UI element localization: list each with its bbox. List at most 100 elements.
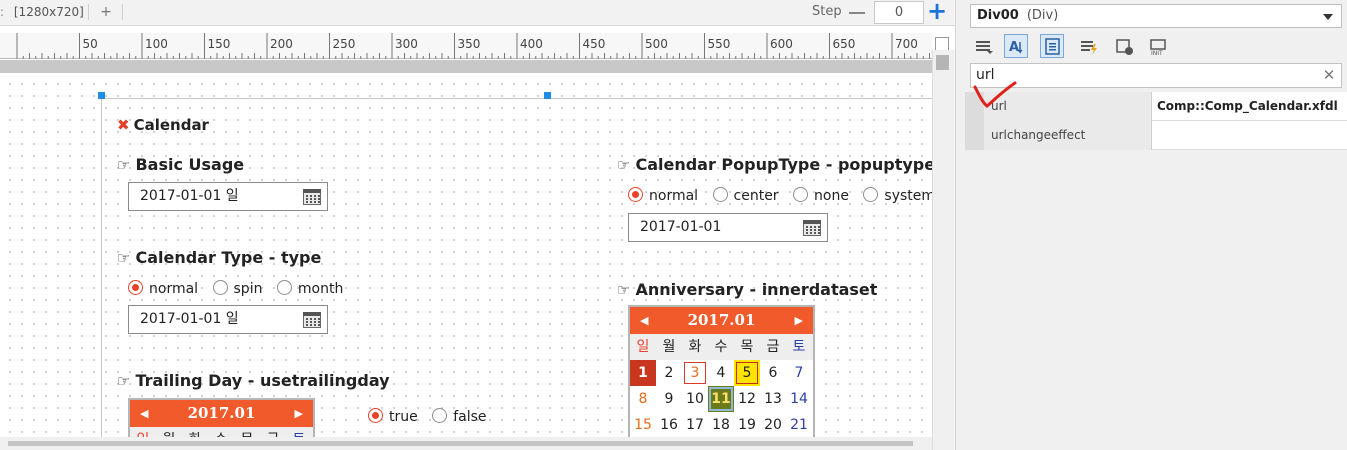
section-trailing-day-title: ☞ Trailing Day - usetrailingday [117, 371, 390, 390]
section-anniversary-title: ☞ Anniversary - innerdataset [617, 280, 877, 299]
day-cell[interactable]: 16 [656, 412, 682, 438]
property-row-url[interactable]: url Comp::Comp_Calendar.xfdl [965, 92, 1347, 121]
day-cell[interactable]: 10 [682, 386, 708, 412]
ruler-label: 650 [832, 37, 856, 51]
day-cell[interactable]: 21 [786, 412, 812, 438]
pointing-hand-icon: ☞ [117, 249, 131, 267]
category-list-icon [976, 41, 993, 54]
ruler-label: 50 [82, 37, 98, 51]
radio-none[interactable]: none [793, 187, 849, 204]
panel-splitter[interactable] [955, 0, 965, 450]
calendar-dropdown-icon[interactable] [303, 312, 321, 328]
day-cell[interactable]: 19 [734, 412, 760, 438]
vertical-scrollbar[interactable] [932, 50, 955, 450]
next-month-icon[interactable]: ▶ [295, 400, 303, 427]
step-plus-button[interactable]: + [927, 0, 947, 24]
radio-dot [432, 408, 448, 423]
init-value-button[interactable]: INIT [1145, 34, 1169, 58]
anniversary-calendar[interactable]: ◀ 2017.01 ▶ 일 월 화 수 목 금 토 1 2 3 4 5 6 7 … [628, 305, 815, 445]
day-cell[interactable]: 3 [682, 360, 708, 386]
day-cell[interactable]: 20 [760, 412, 786, 438]
radio-true[interactable]: true [368, 404, 418, 430]
type-calendar-input[interactable]: 2017-01-01 일 [128, 305, 328, 334]
close-x-icon: ✖ [117, 116, 130, 134]
day-cell[interactable]: 2 [656, 360, 682, 386]
day-cell[interactable]: 18 [708, 412, 734, 438]
radio-label: center [733, 188, 779, 204]
style-button[interactable] [1112, 34, 1136, 58]
next-month-icon[interactable]: ▶ [795, 307, 803, 334]
radio-system[interactable]: system [863, 187, 935, 204]
radio-normal[interactable]: normal [628, 187, 698, 204]
ruler-label: 450 [582, 37, 606, 51]
object-type: (Div) [1026, 8, 1059, 23]
calendar-value: 2017-01-01 일 [140, 188, 239, 204]
basic-calendar-input[interactable]: 2017-01-01 일 [128, 182, 328, 211]
add-screen-button[interactable]: + [97, 2, 115, 22]
day-cell[interactable]: 4 [708, 360, 734, 386]
prev-month-icon[interactable]: ◀ [140, 400, 148, 427]
events-icon [1081, 41, 1097, 55]
radio-spin[interactable]: spin [212, 280, 262, 297]
selection-handle[interactable] [98, 92, 105, 99]
radio-normal[interactable]: normal [128, 280, 198, 297]
radio-center[interactable]: center [712, 187, 779, 204]
weekday: 토 [792, 339, 806, 355]
radio-dot [793, 187, 809, 202]
property-value[interactable] [1157, 121, 1347, 150]
day-cell[interactable]: 6 [760, 360, 786, 386]
ruler-corner-button[interactable] [935, 37, 949, 51]
radio-dot [712, 187, 728, 202]
category-view-button[interactable] [971, 34, 995, 58]
vertical-scroll-thumb[interactable] [936, 55, 949, 70]
step-minus-button[interactable] [849, 12, 865, 14]
radio-label: none [814, 188, 849, 204]
prev-month-icon[interactable]: ◀ [640, 307, 648, 334]
popuptype-radio-group: normal center none system [628, 187, 945, 204]
day-cell[interactable]: 13 [760, 386, 786, 412]
section-title-text: Calendar Type - type [135, 248, 322, 267]
radio-label: system [884, 188, 936, 204]
popup-calendar-input[interactable]: 2017-01-01 [628, 213, 828, 242]
weekday: 수 [714, 339, 728, 355]
day-cell[interactable]: 8 [630, 386, 656, 412]
object-selector[interactable]: Div00 (Div) [970, 4, 1342, 28]
selection-handle[interactable] [544, 92, 551, 99]
step-label: Step [812, 4, 842, 19]
properties-view-button[interactable] [1040, 34, 1064, 58]
day-cell[interactable]: 11 [708, 386, 734, 412]
day-cell[interactable]: 7 [786, 360, 812, 386]
radio-label: month [297, 281, 344, 297]
calendar-dropdown-icon[interactable] [803, 220, 821, 236]
screen-size-label[interactable]: : [1280x720] [0, 5, 84, 19]
weekday: 월 [662, 339, 676, 355]
day-cell[interactable]: 15 [630, 412, 656, 438]
alphabetical-sort-button[interactable]: A [1004, 34, 1028, 58]
day-cell[interactable]: 14 [786, 386, 812, 412]
day-cell[interactable]: 1 [630, 360, 656, 386]
day-cell[interactable]: 12 [734, 386, 760, 412]
property-name: urlchangeeffect [984, 121, 1152, 150]
events-view-button[interactable] [1076, 34, 1100, 58]
day-cell[interactable]: 9 [656, 386, 682, 412]
property-value[interactable]: Comp::Comp_Calendar.xfdl [1157, 92, 1347, 121]
section-title-text: Anniversary - innerdataset [635, 280, 878, 299]
clear-filter-icon[interactable]: ✕ [1321, 67, 1337, 83]
svg-text:INIT: INIT [1151, 50, 1163, 56]
radio-label: false [453, 409, 487, 425]
weekday: 화 [688, 339, 702, 355]
step-input[interactable]: 0 [874, 1, 924, 24]
designer-toolbar: : [1280x720] + Step 0 + [0, 0, 955, 26]
day-cell[interactable]: 5 [734, 360, 760, 386]
weekday: 금 [766, 339, 780, 355]
calendar-dropdown-icon[interactable] [303, 189, 321, 205]
ruler-label: 250 [332, 37, 356, 51]
property-row-urlchangeeffect[interactable]: urlchangeeffect [965, 121, 1347, 150]
section-popuptype-title: ☞ Calendar PopupType - popuptype [617, 155, 935, 174]
horizontal-scroll-thumb[interactable] [8, 441, 913, 446]
property-filter-input[interactable]: url [970, 63, 1342, 88]
day-cell[interactable]: 17 [682, 412, 708, 438]
radio-false[interactable]: false [432, 404, 487, 430]
calendar-type-radio-group: normal spin month [128, 280, 353, 297]
radio-month[interactable]: month [276, 280, 344, 297]
